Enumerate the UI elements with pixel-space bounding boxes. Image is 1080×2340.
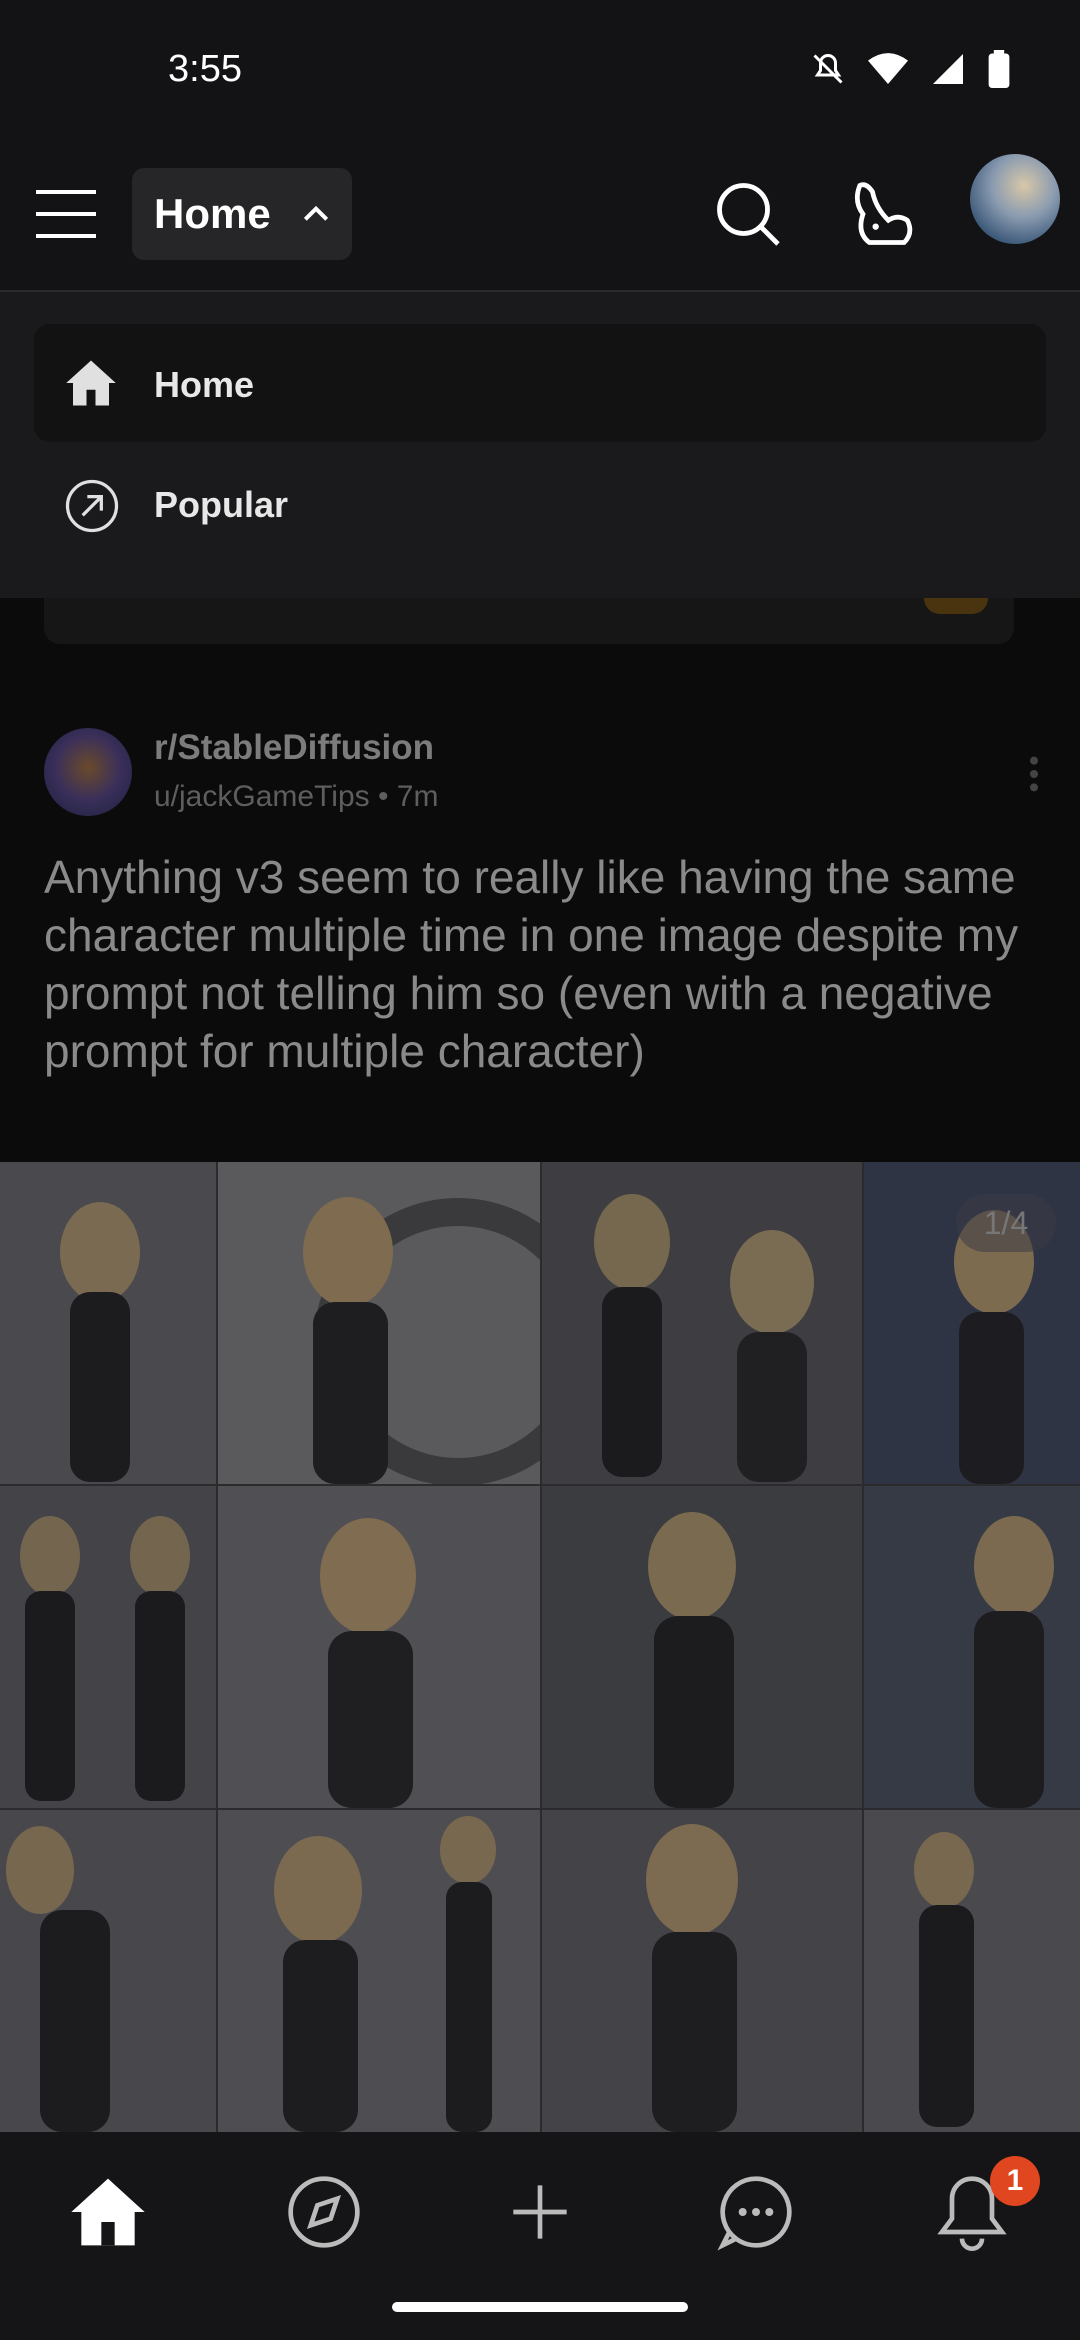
subreddit-avatar[interactable] [44, 728, 132, 816]
previous-post-thumbnail [924, 598, 988, 614]
subreddit-name[interactable]: r/StableDiffusion [154, 728, 434, 768]
gallery-tile [218, 1162, 540, 1484]
chevron-up-icon [303, 205, 329, 221]
status-bar: 3:55 [0, 0, 1080, 140]
notification-badge: 1 [990, 2156, 1040, 2206]
figure-illustration [303, 1197, 540, 1484]
dropdown-item-home[interactable]: Home [34, 324, 1046, 442]
status-icons [810, 50, 1010, 88]
figure-illustration [594, 1194, 814, 1482]
menu-icon[interactable] [36, 188, 96, 240]
post-image-gallery[interactable] [0, 1162, 1080, 2132]
more-options-icon[interactable] [1026, 754, 1042, 794]
battery-icon [988, 50, 1010, 88]
home-indicator[interactable] [392, 2302, 688, 2312]
gallery-tile [218, 1486, 540, 1808]
figure-illustration [274, 1816, 496, 2132]
figure-illustration [974, 1516, 1054, 1808]
feed-selector-label: Home [154, 190, 271, 237]
search-icon[interactable] [712, 178, 784, 250]
gallery-tile [542, 1486, 862, 1808]
compass-icon[interactable] [284, 2172, 364, 2252]
gallery-tile [864, 1810, 1080, 2132]
signal-icon [933, 54, 963, 84]
gallery-tile [542, 1162, 862, 1484]
snoo-icon[interactable] [844, 176, 920, 252]
chat-icon[interactable] [716, 2172, 796, 2252]
gallery-tile [0, 1810, 216, 2132]
gallery-tile [0, 1486, 216, 1808]
wifi-icon [868, 53, 908, 84]
figure-illustration [648, 1512, 736, 1808]
figure-illustration [60, 1202, 140, 1482]
avatar[interactable] [970, 154, 1060, 244]
feed-dropdown: Home Popular [0, 292, 1080, 598]
mute-icon [813, 53, 843, 84]
post-title[interactable]: Anything v3 seem to really like having t… [44, 848, 1044, 1080]
home-icon[interactable] [68, 2172, 148, 2252]
figure-illustration [20, 1516, 190, 1801]
top-bar: Home [0, 140, 1080, 292]
figure-illustration [914, 1832, 974, 2127]
dropdown-item-popular[interactable]: Popular [34, 444, 1046, 562]
gallery-tile [542, 1810, 862, 2132]
figure-illustration [320, 1518, 416, 1808]
home-icon [66, 360, 116, 406]
figure-illustration [646, 1824, 738, 2132]
popular-arrow-icon [65, 479, 119, 533]
figure-illustration [6, 1826, 110, 2132]
gallery-tile [218, 1810, 540, 2132]
plus-icon[interactable] [500, 2172, 580, 2252]
previous-post-card[interactable] [44, 598, 1014, 644]
dropdown-item-label: Home [154, 364, 255, 405]
post-meta: u/jackGameTips • 7m [154, 780, 439, 813]
feed-selector[interactable]: Home [132, 168, 352, 260]
gallery-tile [864, 1486, 1080, 1808]
gallery-tile [0, 1162, 216, 1484]
dropdown-item-label: Popular [154, 484, 289, 525]
gallery-counter: 1/4 [956, 1194, 1056, 1252]
status-time: 3:55 [168, 48, 242, 90]
